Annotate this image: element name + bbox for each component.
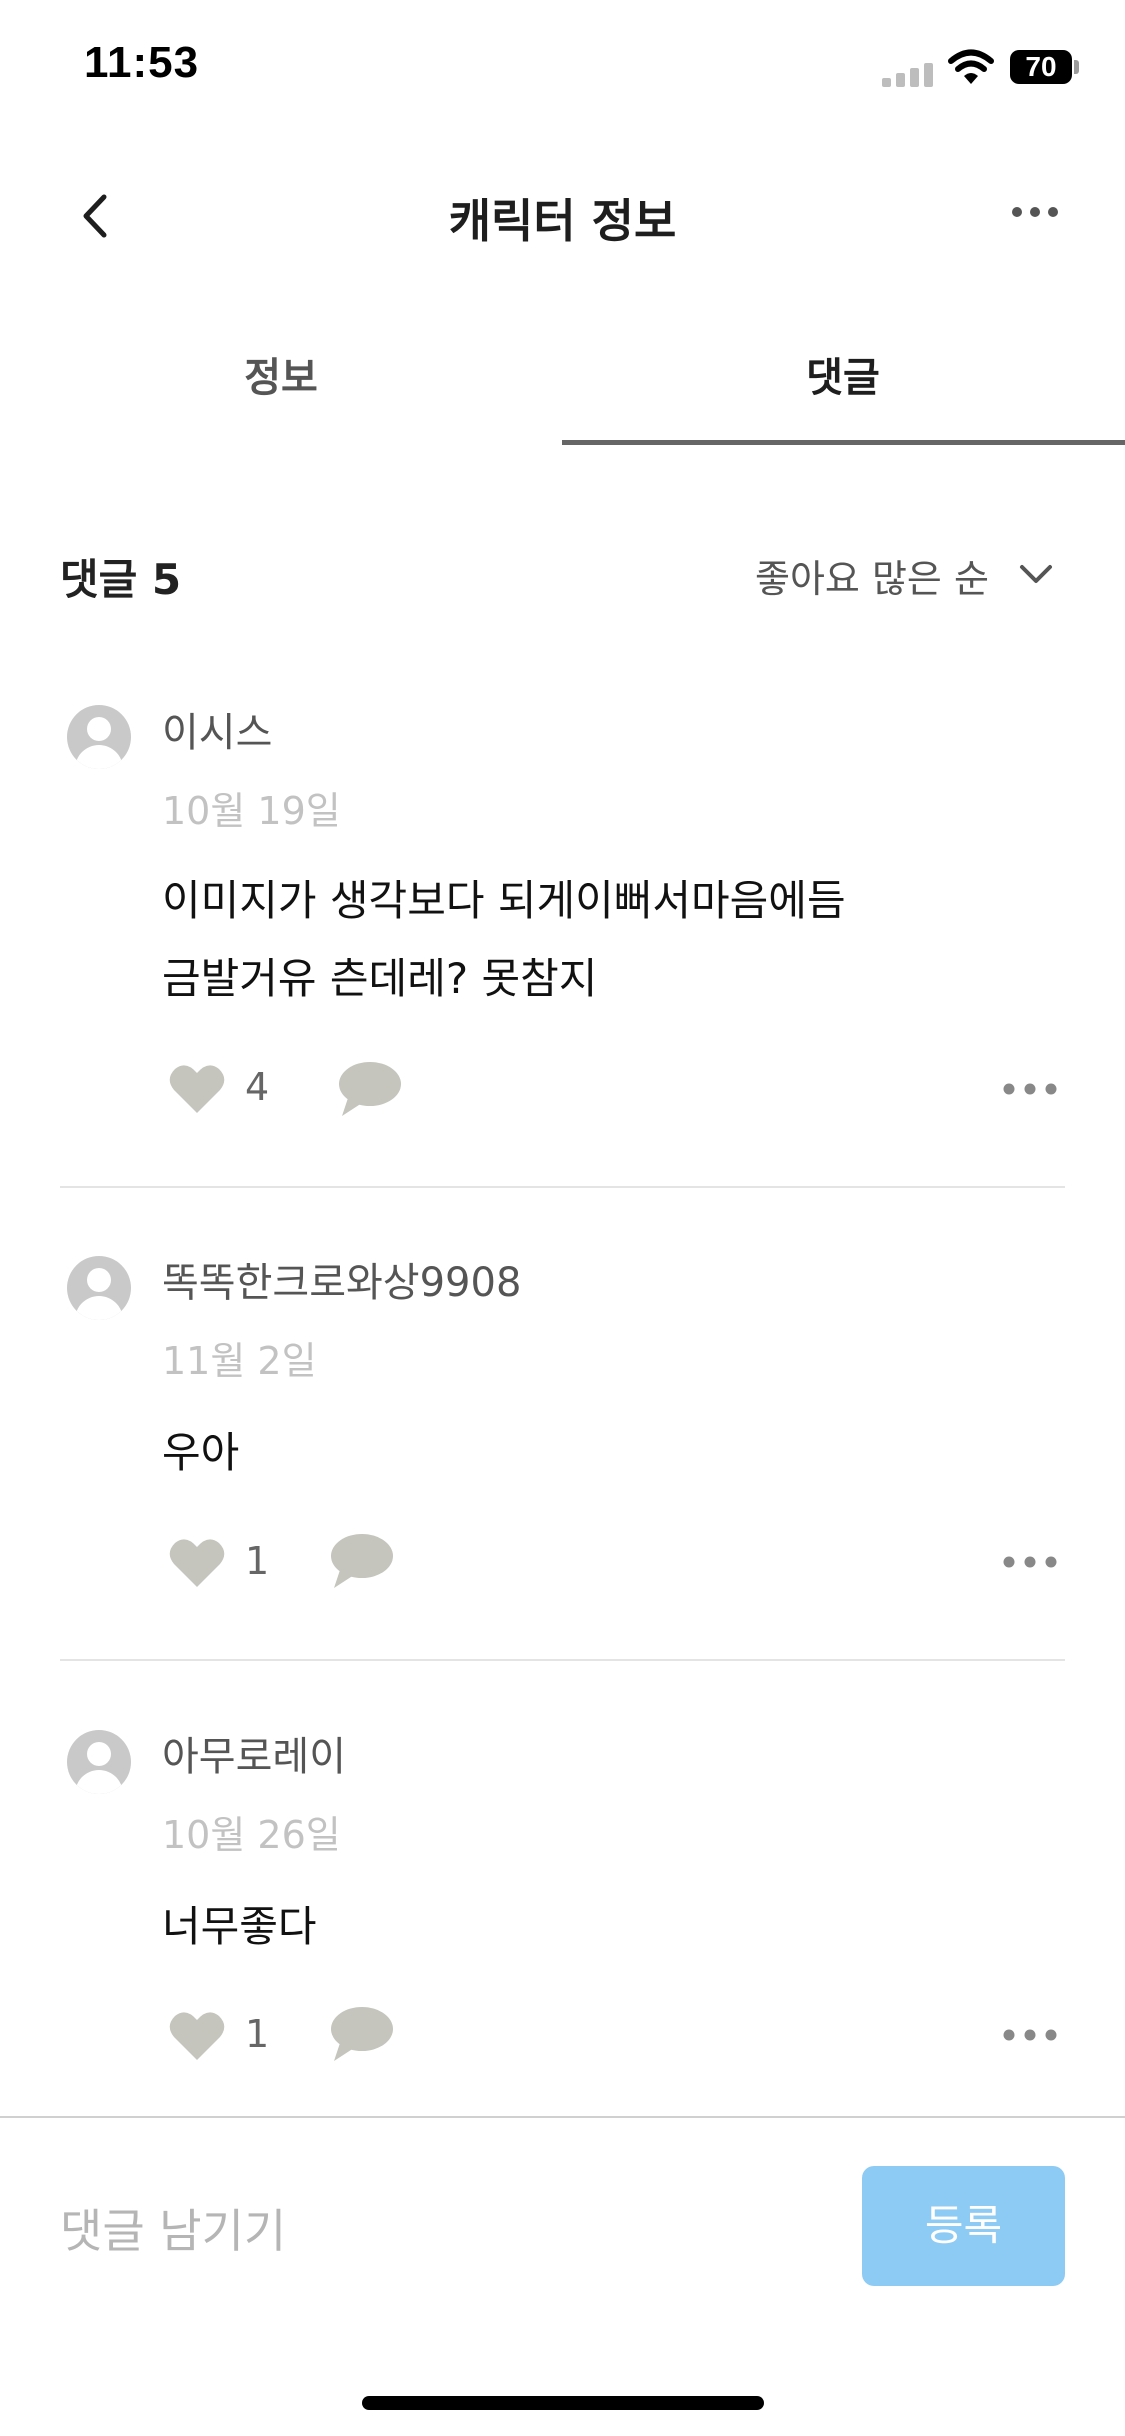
comment-more-icon[interactable] xyxy=(1002,1082,1058,1096)
input-bar-divider xyxy=(0,2116,1125,2118)
comment-username[interactable]: 똑똑한크로와상9908 xyxy=(162,1250,521,1308)
more-icon[interactable] xyxy=(1010,205,1060,219)
comment-body: 이미지가 생각보다 되게이뻐서마음에듬 금발거유 츤데레? 못참지 xyxy=(162,862,1062,1018)
comment-body: 너무좋다 xyxy=(162,1888,1062,1966)
sort-dropdown-label[interactable]: 좋아요 많은 순 xyxy=(755,548,989,603)
status-time: 11:53 xyxy=(84,38,200,87)
battery-tip xyxy=(1074,60,1079,74)
active-tab-indicator xyxy=(562,440,1125,445)
chevron-down-icon[interactable] xyxy=(1018,562,1054,586)
comment-body-line: 금발거유 츤데레? 못참지 xyxy=(162,954,598,1003)
comment-username[interactable]: 이시스 xyxy=(162,700,272,758)
tab-info[interactable]: 정보 xyxy=(0,345,562,403)
comment-body-line: 너무좋다 xyxy=(162,1902,317,1951)
comment-date: 11월 2일 xyxy=(162,1339,317,1383)
wifi-icon xyxy=(948,49,994,84)
comment-body-line: 우아 xyxy=(162,1428,240,1477)
comment-input[interactable] xyxy=(60,2196,820,2266)
comment-bubble-icon[interactable] xyxy=(336,1060,402,1118)
comment-more-icon[interactable] xyxy=(1002,2028,1058,2042)
battery-icon: 70 xyxy=(1010,50,1072,84)
avatar-icon xyxy=(67,1256,131,1320)
like-count: 4 xyxy=(245,1065,270,1109)
heart-icon[interactable] xyxy=(168,1537,226,1589)
heart-icon[interactable] xyxy=(168,2010,226,2062)
avatar-icon xyxy=(67,1730,131,1794)
comment-divider xyxy=(60,1659,1065,1661)
comment-body-line: 이미지가 생각보다 되게이뻐서마음에듬 xyxy=(162,876,846,925)
avatar-icon xyxy=(67,705,131,769)
comment-body: 우아 xyxy=(162,1414,1062,1492)
comment-more-icon[interactable] xyxy=(1002,1555,1058,1569)
like-count: 1 xyxy=(245,2012,270,2056)
like-count: 1 xyxy=(245,1539,270,1583)
home-indicator xyxy=(362,2396,764,2410)
comments-count: 댓글 5 xyxy=(60,555,182,604)
tab-comments[interactable]: 댓글 xyxy=(562,345,1124,403)
comment-divider xyxy=(60,1186,1065,1188)
heart-icon[interactable] xyxy=(168,1063,226,1115)
signal-icon xyxy=(882,63,933,87)
comment-bubble-icon[interactable] xyxy=(328,1532,394,1590)
comment-bubble-icon[interactable] xyxy=(328,2005,394,2063)
comment-date: 10월 19일 xyxy=(162,789,341,833)
comment-username[interactable]: 아무로레이 xyxy=(162,1724,346,1782)
comment-date: 10월 26일 xyxy=(162,1813,341,1857)
submit-button[interactable]: 등록 xyxy=(862,2166,1065,2286)
page-title: 캐릭터 정보 xyxy=(448,194,677,248)
